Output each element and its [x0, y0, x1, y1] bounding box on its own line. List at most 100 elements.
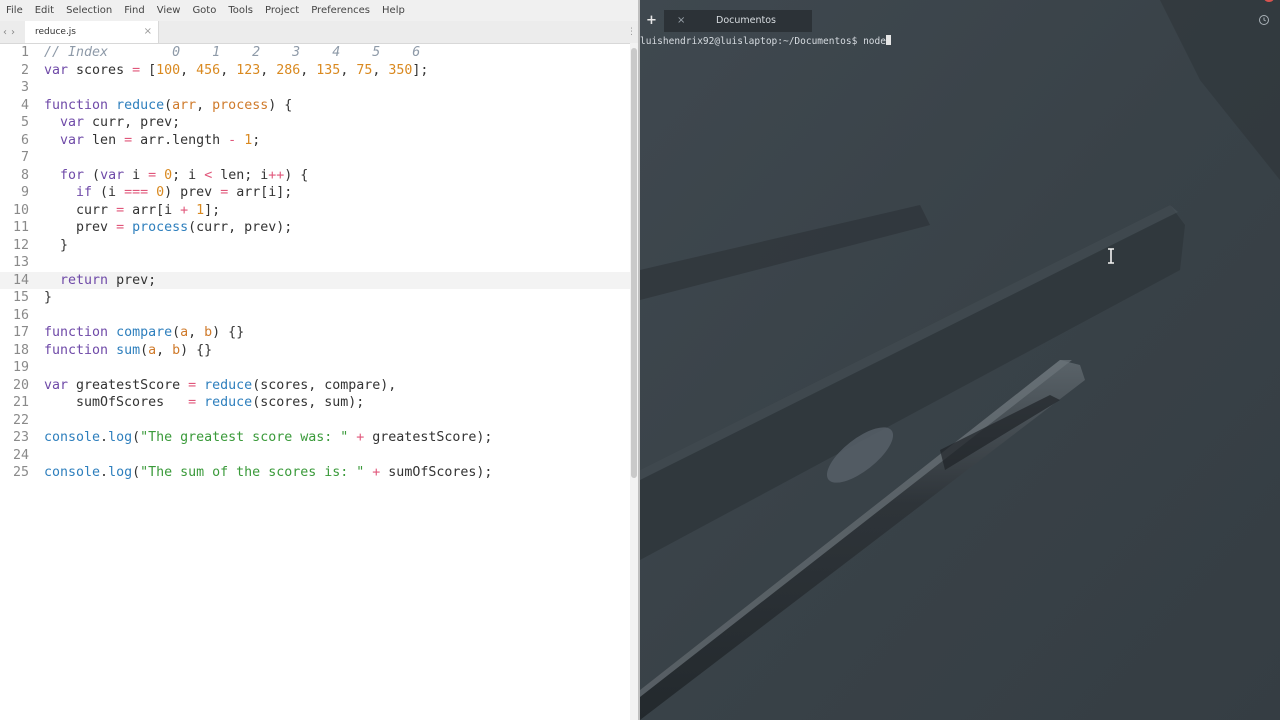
code-token: , [220, 62, 237, 78]
menu-edit[interactable]: Edit [29, 0, 60, 21]
code-line[interactable]: 2 var scores = [100, 456, 123, 286, 135, … [0, 62, 630, 80]
code-token: , [260, 62, 277, 78]
code-token: prev; [108, 272, 157, 288]
code-token: greatestScore); [364, 430, 493, 445]
terminal-tab-close-icon[interactable]: × [677, 10, 685, 32]
code-token: ) {} [180, 342, 213, 358]
line-number: 10 [12, 202, 29, 218]
menu-selection[interactable]: Selection [60, 0, 118, 21]
code-token: = [124, 132, 133, 148]
line-number: 3 [20, 80, 29, 95]
code-line[interactable]: 19 [0, 359, 630, 377]
terminal-tab-documentos[interactable]: × Documentos [664, 10, 812, 32]
code-token: b [204, 325, 213, 340]
code-token: prev [44, 220, 117, 235]
menu-goto[interactable]: Goto [186, 0, 222, 21]
menu-project[interactable]: Project [259, 0, 305, 21]
code-line[interactable]: 5 var curr, prev; [0, 114, 630, 132]
code-line[interactable]: 21 sumOfScores = reduce(scores, sum); [0, 394, 630, 412]
editor-scrollbar[interactable] [630, 43, 638, 720]
menu-help[interactable]: Help [376, 0, 411, 21]
code-token: reduce [116, 97, 165, 113]
nav-back-icon[interactable]: ‹ [3, 27, 7, 38]
code-line[interactable]: 10 curr = arr[i + 1]; [0, 202, 630, 220]
menu-find[interactable]: Find [118, 0, 151, 21]
code-token: process [212, 97, 269, 113]
history-icon[interactable] [1258, 14, 1270, 26]
code-token: function [44, 325, 109, 340]
code-token: ( [164, 97, 173, 113]
terminal-prompt-line[interactable]: luishendrix92@luislaptop:~/Documentos$ n… [640, 35, 891, 48]
code-line[interactable]: 8 for (var i = 0; i < len; i++) { [0, 167, 630, 185]
code-line[interactable]: 1 // Index 0 1 2 3 4 5 6 [0, 44, 630, 62]
code-token: = [116, 202, 125, 218]
code-line[interactable]: 6 var len = arr.length - 1; [0, 132, 630, 150]
menu-view[interactable]: View [151, 0, 187, 21]
menu-file[interactable]: File [0, 0, 29, 21]
code-editor[interactable]: File Edit Selection Find View Goto Tools Projec… [0, 0, 638, 720]
code-line[interactable]: 4 function reduce(arr, process) { [0, 97, 630, 115]
code-line[interactable]: 22 [0, 412, 630, 430]
scrollbar-thumb[interactable] [631, 48, 637, 478]
code-token: var [60, 115, 85, 130]
code-token: scores [68, 62, 133, 78]
tab-overflow-icon[interactable]: ⋮ [627, 21, 636, 43]
code-line[interactable]: 16 [0, 307, 630, 325]
menu-preferences[interactable]: Preferences [305, 0, 376, 21]
tab-reduce-js[interactable]: reduce.js × [25, 21, 159, 43]
desktop-wallpaper [640, 0, 1280, 720]
code-token: sumOfScores); [380, 465, 493, 480]
code-area[interactable]: 1// Index 0 1 2 3 4 5 6 2 var scores = [10… [0, 43, 630, 720]
code-line[interactable]: 9 if (i === 0) prev = arr[i]; [0, 184, 630, 202]
line-source: var scores = [100, 456, 123, 286, 135, 7… [44, 62, 428, 80]
code-line[interactable]: 23 console.log("The greatest score was: "… [0, 429, 630, 447]
code-token: var [60, 132, 85, 148]
code-line[interactable]: 11 prev = process(curr, prev); [0, 219, 630, 237]
code-token: arr.length [132, 132, 229, 148]
tab-label: reduce.js [35, 27, 76, 37]
code-token: arr[i [124, 202, 181, 218]
terminal-command[interactable]: node [863, 36, 886, 47]
code-token: var [44, 62, 69, 78]
code-token: = [116, 220, 125, 235]
code-line[interactable]: 14 return prev; [0, 271, 630, 289]
nav-forward-icon[interactable]: › [11, 27, 15, 38]
code-line[interactable]: 15} [0, 289, 630, 307]
code-token: ( [132, 430, 141, 445]
code-token: b [172, 342, 181, 358]
code-line[interactable]: 20 var greatestScore = reduce(scores, com… [0, 377, 630, 395]
code-token: ( [84, 167, 101, 183]
tab-close-icon[interactable]: × [144, 21, 152, 43]
code-token: console [44, 430, 101, 445]
code-line[interactable]: 3 [0, 79, 630, 97]
line-number: 22 [12, 412, 29, 428]
code-token: 0 [156, 185, 165, 200]
code-line[interactable]: 18 function sum(a, b) {} [0, 342, 630, 360]
line-source: prev = process(curr, prev); [44, 219, 292, 237]
code-token: var [100, 167, 125, 183]
line-number: 8 [20, 167, 29, 183]
code-token: = [220, 185, 229, 200]
terminal-cursor [885, 35, 891, 45]
code-line[interactable]: 7 [0, 149, 630, 167]
code-line[interactable]: 13 [0, 254, 630, 272]
terminal-pane[interactable]: + × Documentos luishendrix92@luislaptop:… [640, 0, 1280, 720]
code-token: greatestScore [68, 377, 189, 393]
code-token: , [188, 325, 205, 340]
code-token: sumOfScores [44, 395, 189, 410]
tab-navigation: ‹ › [3, 21, 15, 43]
code-token: log [108, 430, 133, 445]
add-tab-icon[interactable]: + [646, 10, 657, 32]
code-line[interactable]: 25 console.log("The sum of the scores is:… [0, 464, 630, 482]
line-number: 9 [20, 185, 29, 200]
menu-tools[interactable]: Tools [222, 0, 259, 21]
code-line[interactable]: 24 [0, 447, 630, 465]
code-line[interactable]: 12 } [0, 237, 630, 255]
line-number: 5 [20, 115, 29, 130]
code-line[interactable]: 17 function compare(a, b) {} [0, 324, 630, 342]
